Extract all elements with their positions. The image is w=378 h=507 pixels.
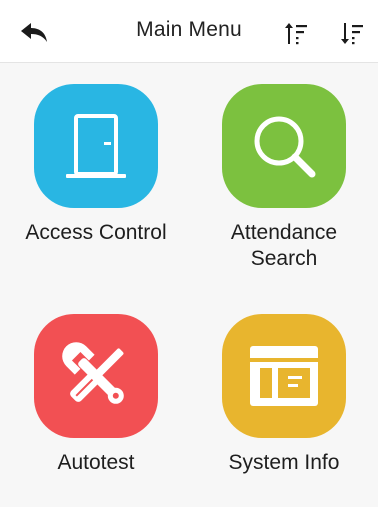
system-info-tile-icon (222, 314, 346, 438)
page-title: Main Menu (136, 18, 242, 41)
attendance-search-tile-icon (222, 84, 346, 208)
sort-ascending-button[interactable] (280, 16, 314, 50)
menu-item-autotest[interactable]: Autotest (11, 314, 181, 476)
menu-item-label: Autotest (57, 451, 135, 474)
menu-item-label: Access Control (25, 221, 167, 244)
menu-item-system-info[interactable]: System Info (199, 314, 369, 476)
menu-item-label: System Info (228, 451, 340, 474)
access-control-tile-icon (34, 84, 158, 208)
system-info-icon (250, 346, 318, 406)
header-bar: Main Menu (0, 0, 378, 63)
menu-item-attendance-search[interactable]: Attendance Search (199, 84, 369, 272)
sort-descending-icon (341, 23, 363, 45)
sort-descending-button[interactable] (336, 16, 370, 50)
menu-item-label: Attendance Search (230, 221, 338, 270)
menu-item-access-control[interactable]: Access Control (11, 84, 181, 246)
magnifier-icon (254, 116, 316, 178)
door-icon (66, 114, 126, 178)
sort-ascending-icon (285, 23, 307, 45)
tools-icon (62, 342, 124, 404)
autotest-tile-icon (34, 314, 158, 438)
main-menu-screen: Main Menu Access Control Attendance Sear… (0, 0, 378, 507)
